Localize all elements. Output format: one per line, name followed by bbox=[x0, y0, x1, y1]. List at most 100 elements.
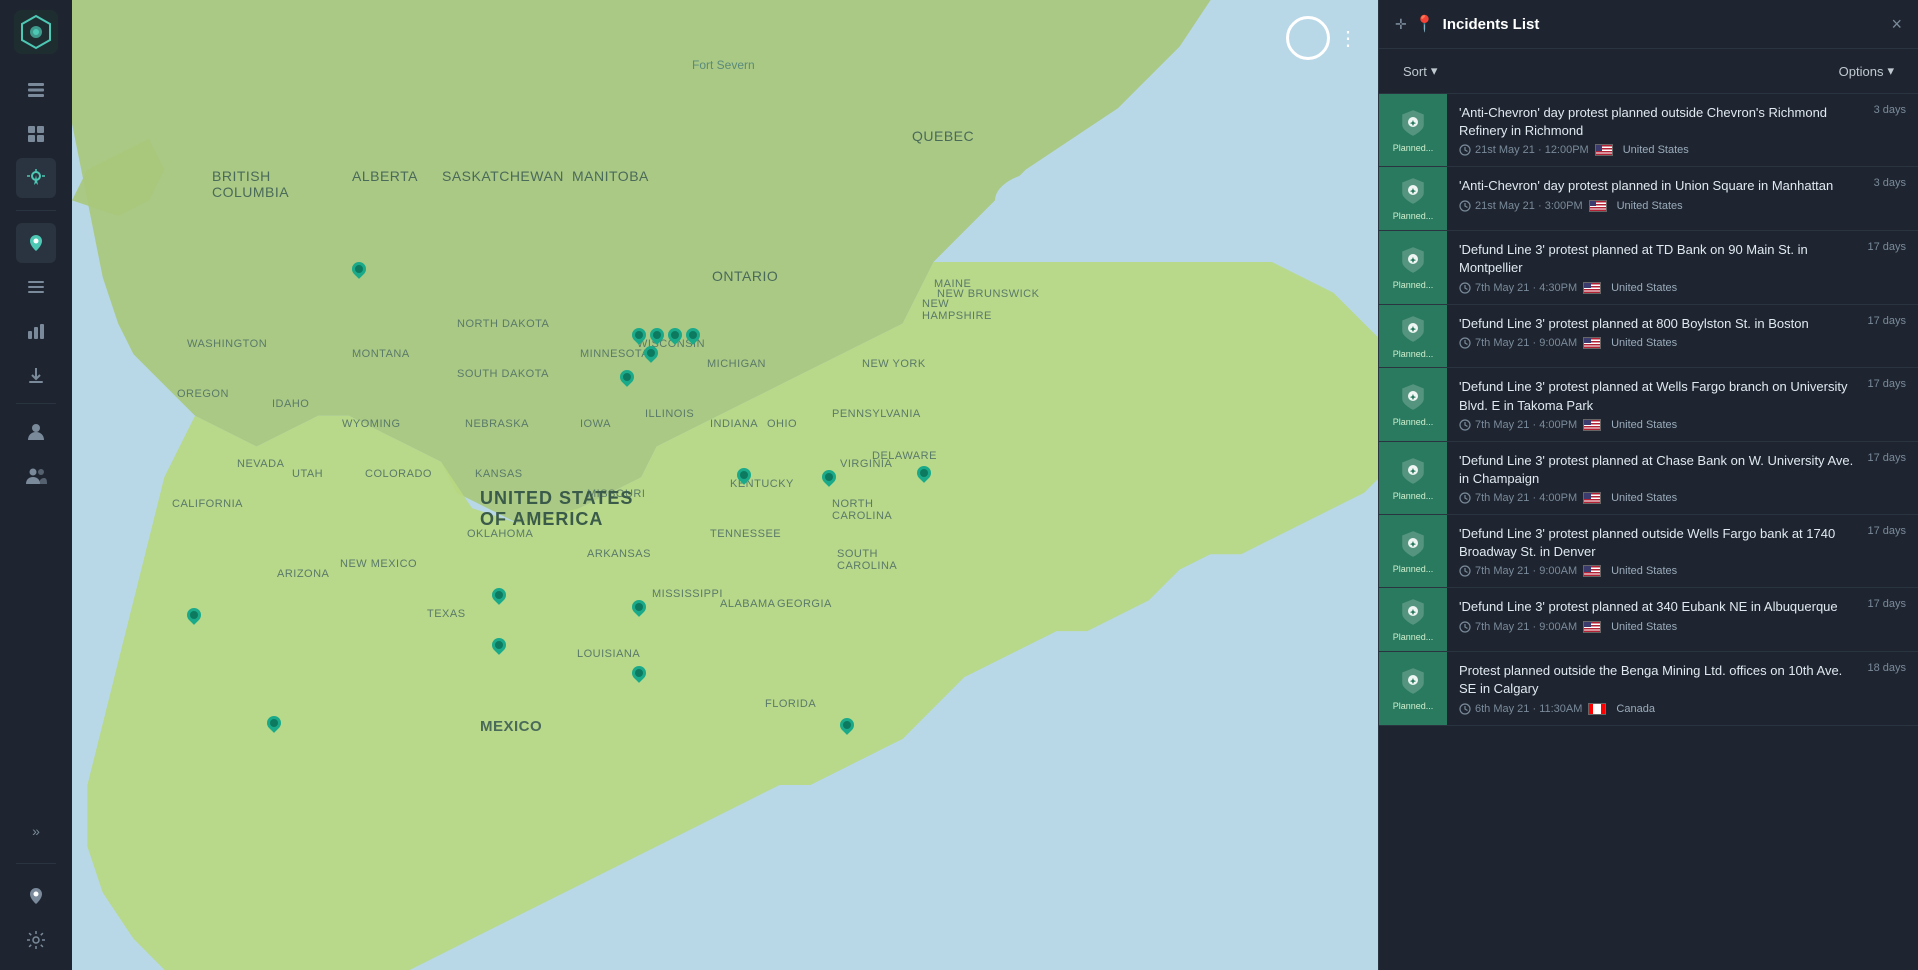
incident-content-5: 'Defund Line 3' protest planned at Wells… bbox=[1447, 368, 1867, 440]
flag-ca-icon bbox=[1588, 703, 1606, 715]
svg-text:✦: ✦ bbox=[1410, 256, 1417, 265]
incident-title-1: 'Anti-Chevron' day protest planned outsi… bbox=[1459, 104, 1862, 140]
sidebar-nav-top bbox=[0, 70, 72, 395]
incident-country-2: United States bbox=[1617, 200, 1683, 212]
incident-item-6[interactable]: ✦ Planned... 'Defund Line 3' protest pla… bbox=[1379, 442, 1918, 515]
incident-shield-icon-8: ✦ bbox=[1397, 596, 1429, 628]
bottom-marker-icon[interactable] bbox=[16, 876, 56, 916]
incident-country-4: United States bbox=[1611, 337, 1677, 349]
incident-days-5: 17 days bbox=[1867, 368, 1918, 390]
incident-days-6: 17 days bbox=[1867, 442, 1918, 464]
incident-meta-1: 21st May 21 · 12:00PM United States bbox=[1459, 144, 1862, 156]
incident-time-4: 7th May 21 · 9:00AM bbox=[1459, 337, 1577, 349]
incident-content-1: 'Anti-Chevron' day protest planned outsi… bbox=[1447, 94, 1874, 166]
incident-title-7: 'Defund Line 3' protest planned outside … bbox=[1459, 525, 1855, 561]
incident-country-7: United States bbox=[1611, 565, 1677, 577]
incident-country-6: United States bbox=[1611, 492, 1677, 504]
incident-time-9: 6th May 21 · 11:30AM bbox=[1459, 703, 1582, 715]
chart-nav-icon[interactable] bbox=[16, 311, 56, 351]
incident-title-3: 'Defund Line 3' protest planned at TD Ba… bbox=[1459, 241, 1855, 277]
incident-item-5[interactable]: ✦ Planned... 'Defund Line 3' protest pla… bbox=[1379, 368, 1918, 441]
incident-icon-col-1: ✦ Planned... bbox=[1379, 94, 1447, 166]
incident-item-4[interactable]: ✦ Planned... 'Defund Line 3' protest pla… bbox=[1379, 305, 1918, 369]
incident-badge-6: Planned... bbox=[1393, 491, 1434, 502]
group-nav-icon[interactable] bbox=[16, 456, 56, 496]
incident-meta-4: 7th May 21 · 9:00AM United States bbox=[1459, 337, 1855, 349]
flag-us-icon bbox=[1583, 337, 1601, 349]
map-more-button[interactable]: ⋮ bbox=[1338, 26, 1358, 51]
sort-chevron-icon: ▾ bbox=[1431, 63, 1438, 79]
panel-drag-icon[interactable]: ✛ bbox=[1395, 16, 1407, 33]
incident-days-8: 17 days bbox=[1867, 588, 1918, 610]
incident-content-6: 'Defund Line 3' protest planned at Chase… bbox=[1447, 442, 1867, 514]
location-nav-icon[interactable] bbox=[16, 158, 56, 198]
panel-title: Incidents List bbox=[1443, 16, 1540, 33]
panel-close-button[interactable]: × bbox=[1891, 15, 1902, 33]
incident-content-3: 'Defund Line 3' protest planned at TD Ba… bbox=[1447, 231, 1867, 303]
flag-us-icon bbox=[1583, 419, 1601, 431]
incident-item-7[interactable]: ✦ Planned... 'Defund Line 3' protest pla… bbox=[1379, 515, 1918, 588]
incident-icon-col-4: ✦ Planned... bbox=[1379, 305, 1447, 368]
incident-days-2: 3 days bbox=[1874, 167, 1918, 189]
incident-days-7: 17 days bbox=[1867, 515, 1918, 537]
incident-title-9: Protest planned outside the Benga Mining… bbox=[1459, 662, 1855, 698]
map-pin-nav-icon[interactable] bbox=[16, 223, 56, 263]
expand-nav-icon[interactable]: » bbox=[16, 811, 56, 851]
incident-item-8[interactable]: ✦ Planned... 'Defund Line 3' protest pla… bbox=[1379, 588, 1918, 652]
list-nav-icon[interactable] bbox=[16, 267, 56, 307]
incident-meta-5: 7th May 21 · 4:00PM United States bbox=[1459, 419, 1855, 431]
incident-time-7: 7th May 21 · 9:00AM bbox=[1459, 565, 1577, 577]
options-chevron-icon: ▾ bbox=[1887, 63, 1894, 79]
incident-icon-col-7: ✦ Planned... bbox=[1379, 515, 1447, 587]
incident-shield-icon-4: ✦ bbox=[1397, 313, 1429, 345]
incident-time-6: 7th May 21 · 4:00PM bbox=[1459, 492, 1577, 504]
incident-title-8: 'Defund Line 3' protest planned at 340 E… bbox=[1459, 598, 1855, 616]
incident-days-1: 3 days bbox=[1874, 94, 1918, 116]
incident-meta-2: 21st May 21 · 3:00PM United States bbox=[1459, 200, 1862, 212]
incident-badge-3: Planned... bbox=[1393, 280, 1434, 291]
flag-us-icon bbox=[1583, 282, 1601, 294]
incident-icon-col-9: ✦ Planned... bbox=[1379, 652, 1447, 724]
incident-item-3[interactable]: ✦ Planned... 'Defund Line 3' protest pla… bbox=[1379, 231, 1918, 304]
map-circle-button[interactable] bbox=[1286, 16, 1330, 60]
settings-nav-icon[interactable] bbox=[16, 920, 56, 960]
incident-item-9[interactable]: ✦ Planned... Protest planned outside the… bbox=[1379, 652, 1918, 725]
incident-icon-col-6: ✦ Planned... bbox=[1379, 442, 1447, 514]
incident-meta-3: 7th May 21 · 4:30PM United States bbox=[1459, 282, 1855, 294]
download-nav-icon[interactable] bbox=[16, 355, 56, 395]
incident-content-2: 'Anti-Chevron' day protest planned in Un… bbox=[1447, 167, 1874, 230]
incident-days-4: 17 days bbox=[1867, 305, 1918, 327]
sort-button[interactable]: Sort ▾ bbox=[1395, 59, 1445, 83]
options-label: Options bbox=[1839, 64, 1884, 79]
flag-us-icon bbox=[1589, 200, 1607, 212]
incident-item-2[interactable]: ✦ Planned... 'Anti-Chevron' day protest … bbox=[1379, 167, 1918, 231]
svg-text:✦: ✦ bbox=[1410, 325, 1417, 334]
svg-text:✦: ✦ bbox=[1410, 187, 1417, 196]
incidents-list[interactable]: ✦ Planned... 'Anti-Chevron' day protest … bbox=[1379, 94, 1918, 970]
incident-time-3: 7th May 21 · 4:30PM bbox=[1459, 282, 1577, 294]
person-nav-icon[interactable] bbox=[16, 412, 56, 452]
incident-meta-6: 7th May 21 · 4:00PM United States bbox=[1459, 492, 1855, 504]
layers-nav-icon[interactable] bbox=[16, 70, 56, 110]
map-container[interactable]: BRITISHCOLUMBIA ALBERTA SASKATCHEWAN MAN… bbox=[72, 0, 1918, 970]
incident-badge-8: Planned... bbox=[1393, 632, 1434, 643]
options-button[interactable]: Options ▾ bbox=[1831, 59, 1902, 83]
incident-shield-icon-2: ✦ bbox=[1397, 175, 1429, 207]
incident-title-2: 'Anti-Chevron' day protest planned in Un… bbox=[1459, 177, 1862, 195]
incident-time-8: 7th May 21 · 9:00AM bbox=[1459, 621, 1577, 633]
incident-title-4: 'Defund Line 3' protest planned at 800 B… bbox=[1459, 315, 1855, 333]
incident-shield-icon-7: ✦ bbox=[1397, 528, 1429, 560]
sort-label: Sort bbox=[1403, 64, 1427, 79]
incident-shield-icon-9: ✦ bbox=[1397, 665, 1429, 697]
sidebar: » bbox=[0, 0, 72, 970]
grid-nav-icon[interactable] bbox=[16, 114, 56, 154]
svg-text:✦: ✦ bbox=[1410, 677, 1417, 686]
incident-item-1[interactable]: ✦ Planned... 'Anti-Chevron' day protest … bbox=[1379, 94, 1918, 167]
incident-badge-9: Planned... bbox=[1393, 701, 1434, 712]
incident-icon-col-8: ✦ Planned... bbox=[1379, 588, 1447, 651]
map-top-controls: ⋮ bbox=[1286, 16, 1358, 60]
svg-text:✦: ✦ bbox=[1410, 608, 1417, 617]
incident-days-9: 18 days bbox=[1867, 652, 1918, 674]
incident-content-7: 'Defund Line 3' protest planned outside … bbox=[1447, 515, 1867, 587]
app-logo[interactable] bbox=[14, 10, 58, 54]
